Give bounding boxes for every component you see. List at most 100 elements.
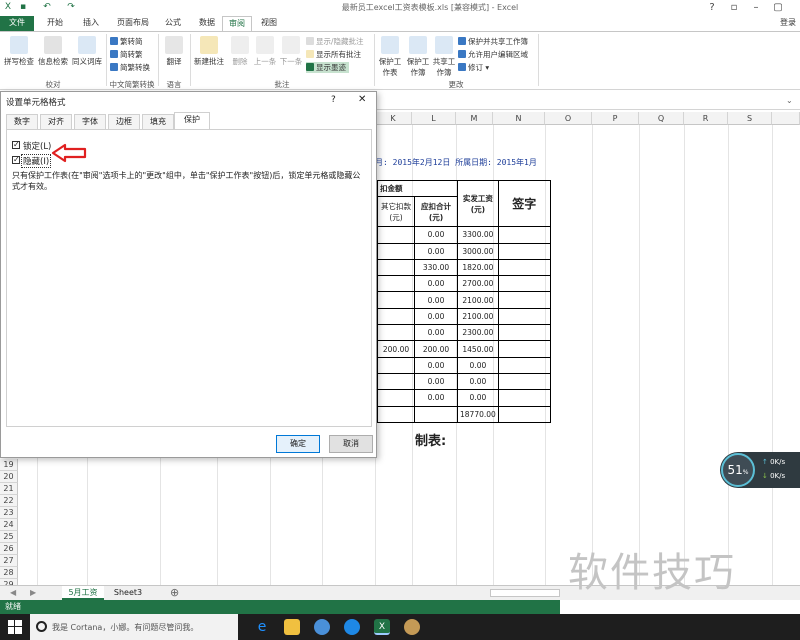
cell[interactable]: 0.00 — [414, 324, 458, 342]
next-comment-button[interactable]: 下一条 — [278, 36, 304, 67]
cell[interactable] — [377, 275, 415, 293]
ok-button[interactable]: 确定 — [276, 435, 320, 453]
spell-check-button[interactable]: 拼写检查 — [2, 36, 36, 67]
cell[interactable] — [377, 405, 415, 423]
cell[interactable] — [377, 356, 415, 374]
column-header[interactable]: O — [545, 112, 592, 125]
save-icon[interactable]: ▪ — [18, 2, 28, 12]
windows-start-icon[interactable] — [8, 620, 22, 634]
cell[interactable] — [497, 226, 551, 244]
row-header[interactable]: 25 — [0, 531, 18, 543]
column-header[interactable]: Q — [639, 112, 684, 125]
cell[interactable]: 200.00 — [377, 340, 415, 358]
tab-home[interactable]: 开始 — [38, 16, 72, 31]
column-header[interactable]: R — [684, 112, 728, 125]
cell[interactable]: 0.00 — [414, 372, 458, 391]
net-pay-header[interactable]: 实发工资(元) — [457, 179, 499, 228]
column-header[interactable]: K — [375, 112, 412, 125]
cell[interactable] — [497, 258, 551, 277]
cell[interactable]: 2100.00 — [457, 307, 499, 326]
sheet-tab-may-salary[interactable]: 5月工资 — [62, 586, 104, 600]
hidden-checkbox[interactable]: ✓ — [12, 156, 20, 164]
locked-checkbox[interactable]: ✓ — [12, 141, 20, 149]
scroll-left-icon[interactable]: ◀ — [10, 588, 16, 597]
dialog-tab-border[interactable]: 边框 — [108, 114, 140, 129]
cancel-button[interactable]: 取消 — [329, 435, 373, 453]
login-link[interactable]: 登录 — [776, 16, 800, 31]
share-workbook-button[interactable]: 共享工作簿 — [430, 36, 458, 78]
maximize-icon[interactable]: ▢ — [766, 0, 790, 15]
add-sheet-icon[interactable]: ⊕ — [170, 586, 179, 599]
file-explorer-icon[interactable] — [284, 619, 300, 635]
protect-workbook-button[interactable]: 保护工作簿 — [404, 36, 432, 78]
cell[interactable] — [497, 242, 551, 260]
row-header[interactable]: 23 — [0, 507, 18, 519]
translate-button[interactable]: 翻译 — [160, 36, 188, 67]
dialog-tab-number[interactable]: 数字 — [6, 114, 38, 129]
column-header[interactable]: P — [592, 112, 639, 125]
column-header[interactable]: L — [412, 112, 456, 125]
tab-file[interactable]: 文件 — [0, 16, 34, 31]
row-header[interactable]: 20 — [0, 471, 18, 483]
cell[interactable] — [377, 226, 415, 244]
row-header[interactable]: 26 — [0, 543, 18, 555]
edge-browser-icon[interactable]: e — [254, 619, 270, 635]
tab-view[interactable]: 视图 — [254, 16, 284, 31]
cell[interactable] — [497, 405, 551, 423]
show-hide-comment-button[interactable]: 显示/隐藏批注 — [306, 36, 364, 47]
dialog-tab-protection[interactable]: 保护 — [174, 112, 210, 129]
cell[interactable]: 0.00 — [457, 372, 499, 391]
dialog-close-icon[interactable]: ✕ — [358, 94, 366, 105]
total-deduct-header[interactable]: 应扣合计(元) — [414, 196, 458, 228]
cell[interactable]: 0.00 — [414, 356, 458, 374]
conversion-button[interactable]: 简繁转换 — [110, 62, 150, 73]
cell[interactable]: 18770.00 — [457, 405, 499, 423]
qq-browser-icon[interactable] — [344, 619, 360, 635]
cell[interactable] — [377, 324, 415, 342]
cell[interactable]: 2700.00 — [457, 275, 499, 293]
locked-label[interactable]: 锁定(L) — [23, 140, 51, 152]
row-header[interactable]: 22 — [0, 495, 18, 507]
formula-expand-icon[interactable]: ⌄ — [786, 96, 793, 105]
cell[interactable]: 0.00 — [414, 275, 458, 293]
cell[interactable] — [377, 307, 415, 326]
cell[interactable] — [497, 372, 551, 391]
row-header[interactable]: 21 — [0, 483, 18, 495]
horizontal-scrollbar[interactable] — [490, 589, 560, 597]
cell[interactable]: 0.00 — [457, 356, 499, 374]
cell[interactable] — [497, 275, 551, 293]
cell[interactable]: 0.00 — [414, 307, 458, 326]
tab-insert[interactable]: 插入 — [74, 16, 108, 31]
allow-edit-ranges-button[interactable]: 允许用户编辑区域 — [458, 49, 528, 60]
tab-data[interactable]: 数据 — [190, 16, 224, 31]
protect-sheet-button[interactable]: 保护工作表 — [376, 36, 404, 78]
dialog-tab-alignment[interactable]: 对齐 — [40, 114, 72, 129]
protect-share-button[interactable]: 保护并共享工作簿 — [458, 36, 528, 47]
row-header[interactable]: 28 — [0, 567, 18, 579]
new-comment-button[interactable]: 新建批注 — [192, 36, 226, 67]
cell[interactable] — [377, 389, 415, 407]
cell[interactable]: 0.00 — [457, 389, 499, 407]
tab-page-layout[interactable]: 页面布局 — [110, 16, 156, 31]
show-ink-button[interactable]: 显示墨迹 — [306, 62, 349, 73]
research-button[interactable]: 信息检索 — [36, 36, 70, 67]
cell[interactable] — [497, 340, 551, 358]
cell[interactable] — [377, 372, 415, 391]
cell[interactable] — [377, 258, 415, 277]
cell[interactable] — [414, 405, 458, 423]
cell[interactable]: 0.00 — [414, 291, 458, 309]
browser-globe-icon[interactable] — [314, 619, 330, 635]
tab-review[interactable]: 审阅 — [222, 16, 252, 31]
column-header[interactable]: S — [728, 112, 772, 125]
delete-comment-button[interactable]: 删除 — [228, 36, 252, 67]
deduct-header[interactable]: 扣金额 — [377, 179, 458, 198]
thesaurus-button[interactable]: 同义词库 — [70, 36, 104, 67]
paint-app-icon[interactable] — [404, 619, 420, 635]
cell[interactable]: 0.00 — [414, 226, 458, 244]
undo-icon[interactable]: ↶ — [42, 2, 52, 12]
column-header[interactable]: N — [493, 112, 545, 125]
dialog-help-icon[interactable]: ? — [331, 95, 336, 105]
scroll-right-icon[interactable]: ▶ — [30, 588, 36, 597]
excel-taskbar-icon[interactable]: X — [374, 619, 390, 635]
track-changes-button[interactable]: 修订 ▾ — [458, 62, 489, 73]
